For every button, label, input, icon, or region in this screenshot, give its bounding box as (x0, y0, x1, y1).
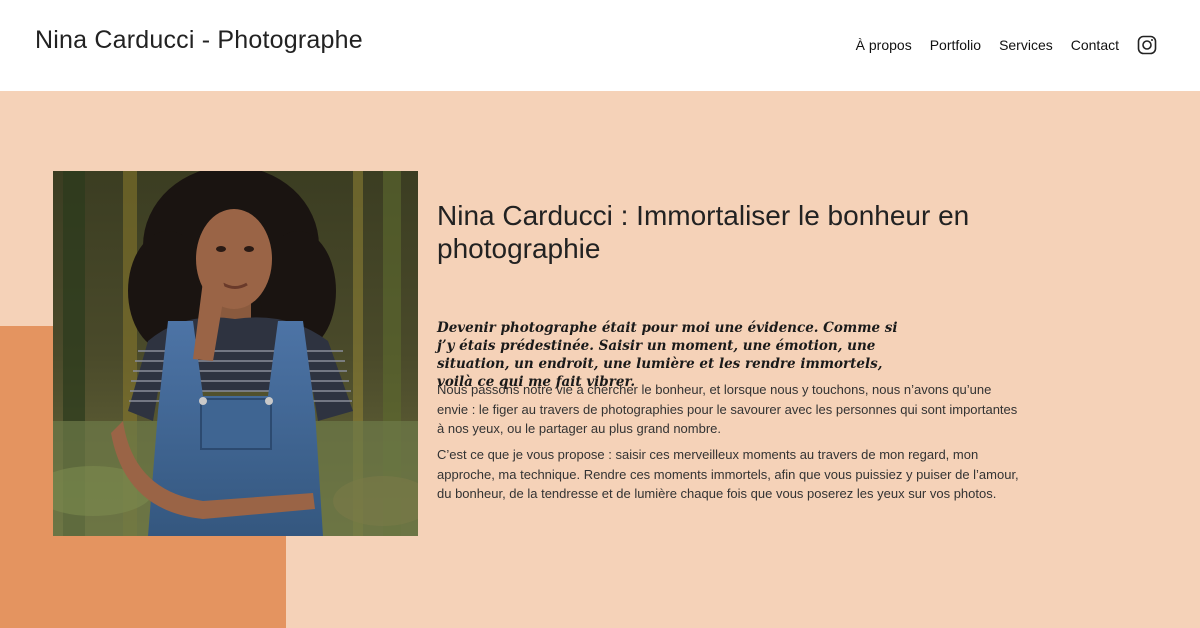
site-header: Nina Carducci - Photographe À propos Por… (0, 0, 1200, 91)
site-title[interactable]: Nina Carducci - Photographe (35, 26, 363, 55)
nav-link-about[interactable]: À propos (856, 37, 912, 53)
hero-headline: Nina Carducci : Immortaliser le bonheur … (437, 200, 970, 264)
hero-paragraph-2: C’est ce que je vous propose : saisir ce… (437, 447, 1019, 501)
portrait-photo (53, 171, 418, 536)
nav-link-services[interactable]: Services (999, 37, 1053, 53)
hero-section: Nina Carducci : Immortaliser le bonheur … (0, 91, 1200, 628)
instagram-icon[interactable] (1137, 35, 1157, 55)
nav-link-contact[interactable]: Contact (1071, 37, 1119, 53)
nav-link-portfolio[interactable]: Portfolio (930, 37, 981, 53)
main-nav: À propos Portfolio Services Contact (856, 35, 1157, 55)
hero-paragraph-1: Nous passons notre vie à chercher le bon… (437, 382, 1018, 436)
